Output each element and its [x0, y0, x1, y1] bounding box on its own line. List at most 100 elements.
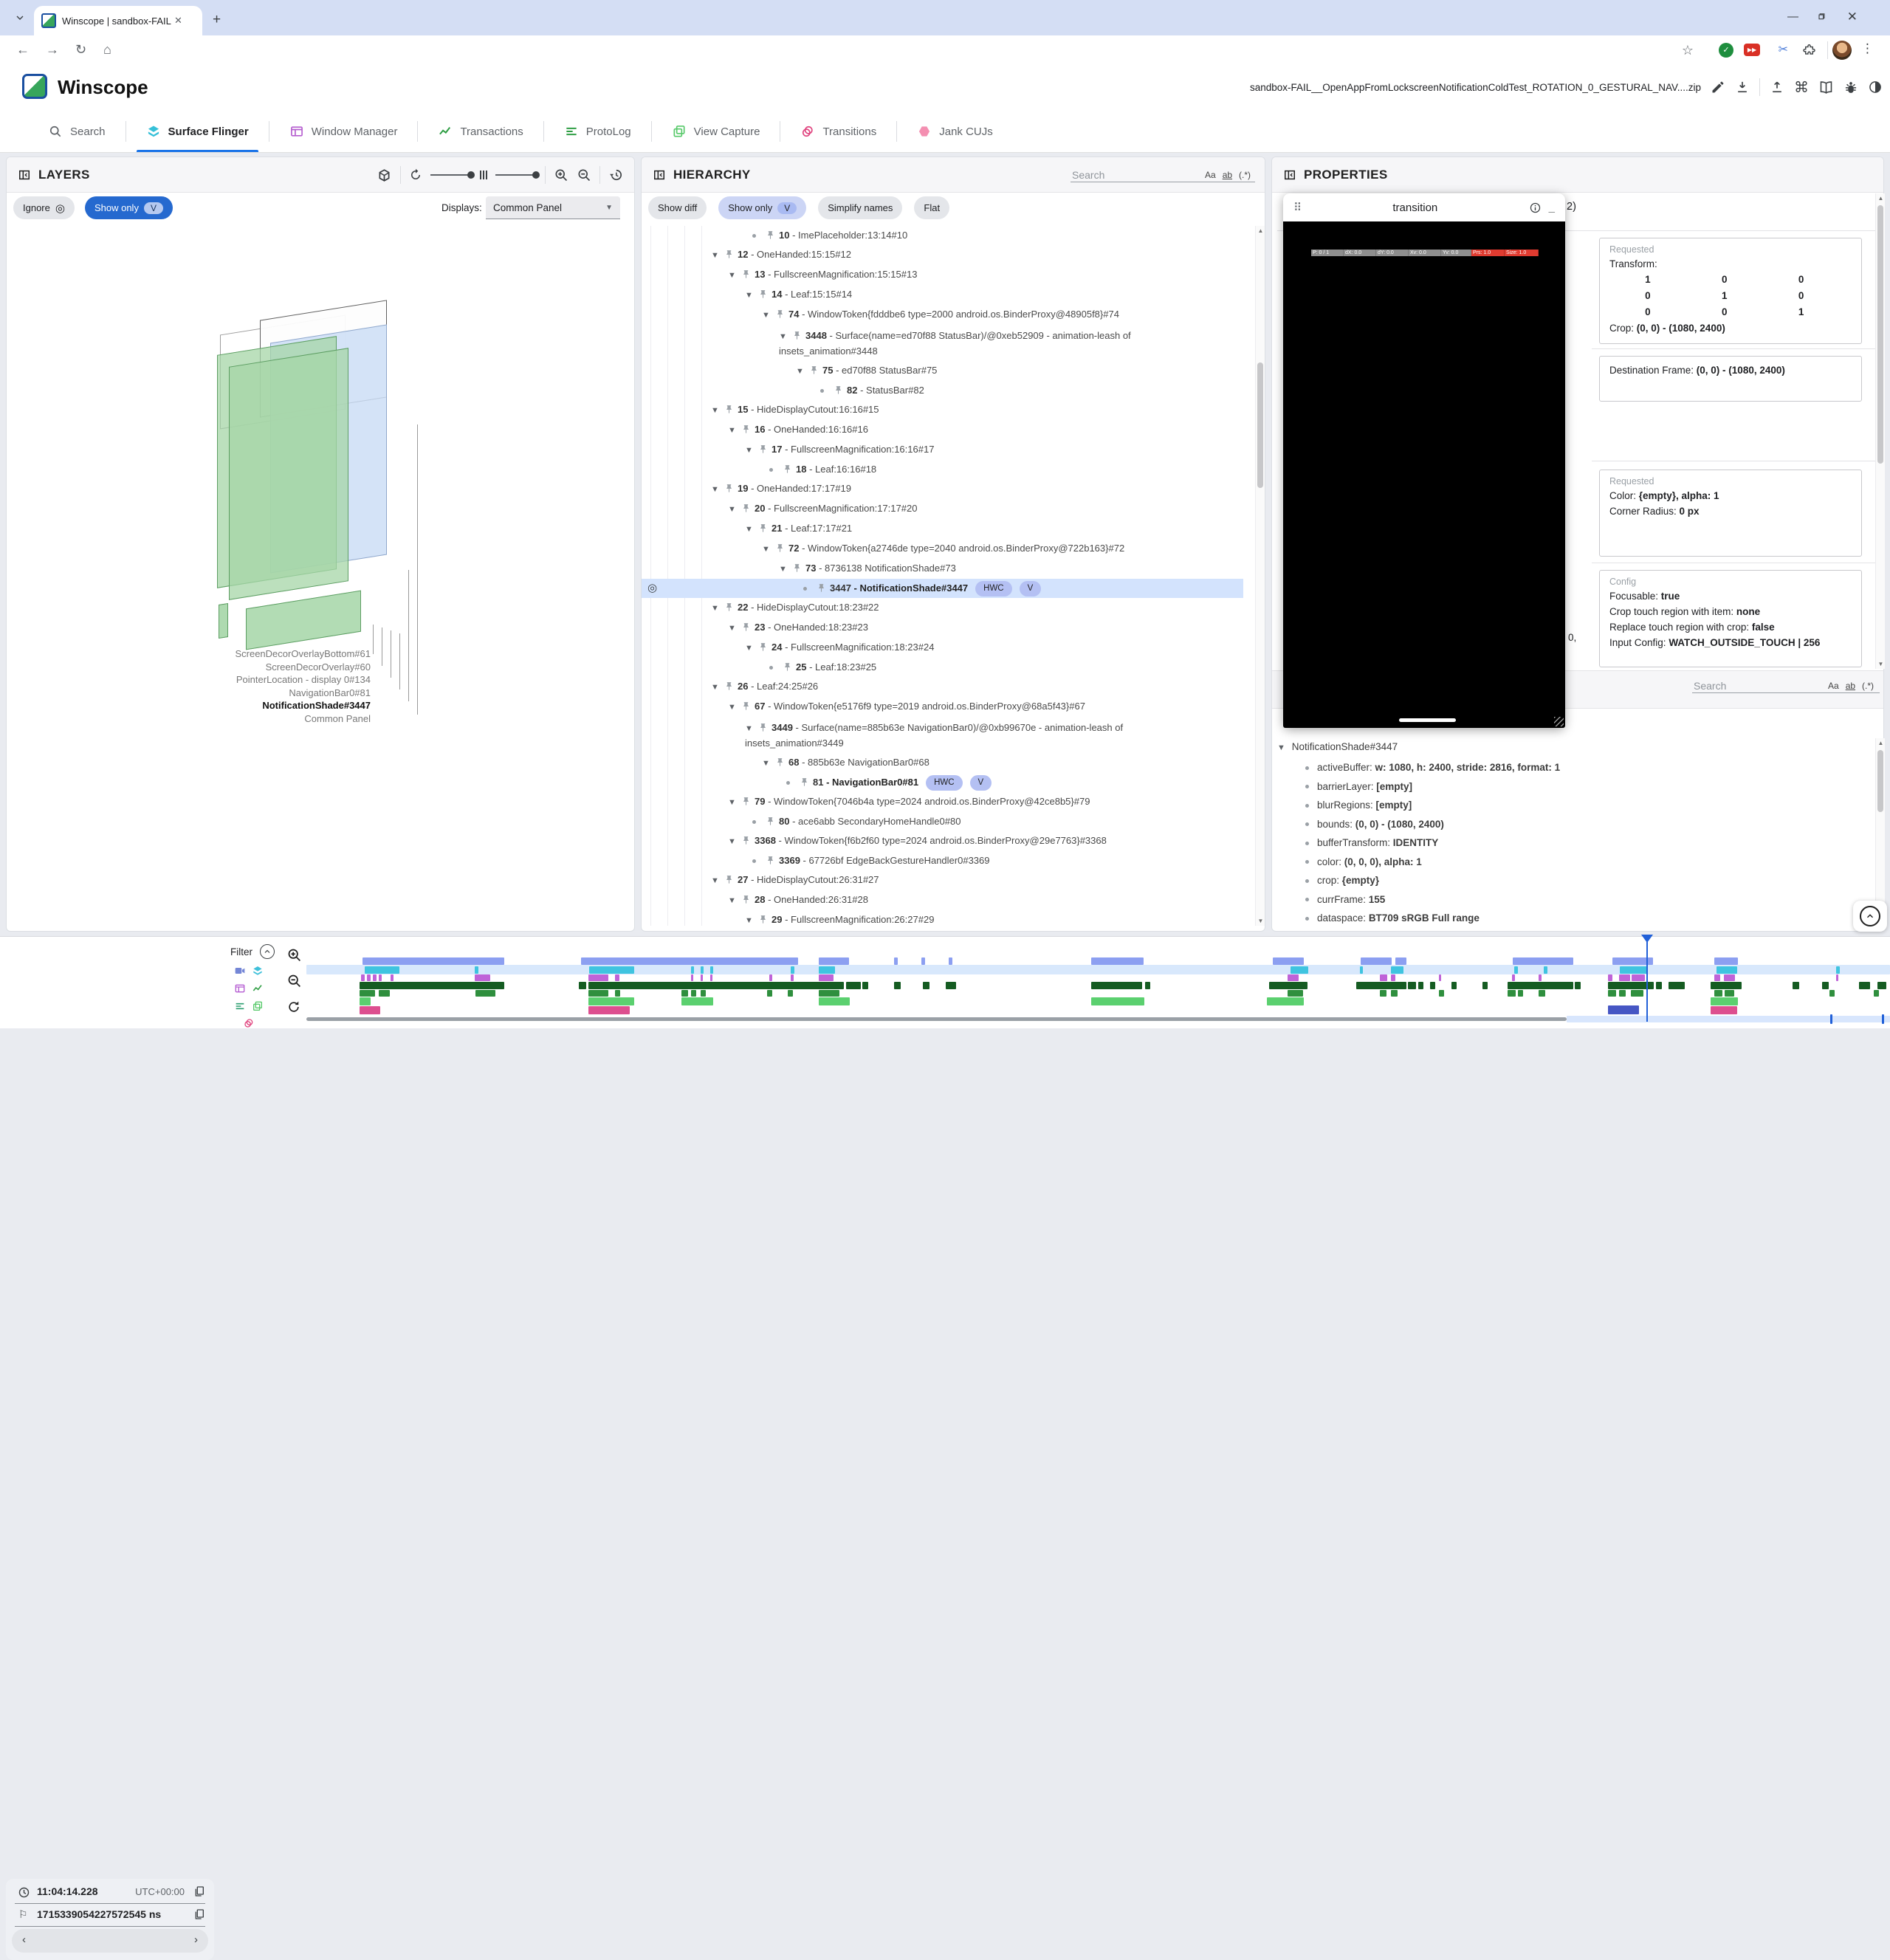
timeline-block[interactable] — [360, 1006, 380, 1014]
filter-squares-icon[interactable] — [252, 1000, 264, 1012]
timeline-block[interactable] — [588, 1006, 630, 1014]
timeline-block[interactable] — [360, 997, 371, 1005]
drag-handle-icon[interactable]: ⠿ — [1293, 201, 1302, 214]
timeline-block[interactable] — [1091, 982, 1142, 989]
pin-icon[interactable] — [783, 464, 792, 474]
shortcuts-icon[interactable]: ⌘ — [1794, 78, 1809, 97]
timeline-block[interactable] — [475, 974, 490, 981]
timeline-block[interactable] — [1859, 982, 1870, 989]
timeline-block[interactable] — [1669, 982, 1685, 989]
range-tick[interactable] — [1830, 1014, 1832, 1024]
timeline-block[interactable] — [1360, 966, 1363, 974]
expand-arrow-icon[interactable]: ▼ — [728, 698, 740, 717]
timeline-block[interactable] — [1619, 990, 1626, 997]
timeline-block[interactable] — [1793, 982, 1799, 989]
pin-icon[interactable] — [766, 230, 775, 240]
pin-icon[interactable] — [741, 424, 751, 434]
simplify-names-chip[interactable]: Simplify names — [818, 196, 902, 219]
timeline-block[interactable] — [1544, 966, 1547, 974]
timeline-block[interactable] — [1711, 982, 1742, 989]
hierarchy-row-14[interactable]: ▼14 - Leaf:15:15#14 — [642, 285, 1254, 305]
property-tree-scrollbar[interactable]: ▲ — [1875, 738, 1885, 927]
timeline-block[interactable] — [1619, 974, 1630, 981]
pin-icon[interactable] — [758, 915, 768, 924]
pin-icon[interactable] — [766, 856, 775, 865]
property-item[interactable]: currFrame: 155 — [1277, 890, 1860, 909]
timeline-block[interactable] — [1575, 982, 1581, 989]
timeline-block[interactable] — [1380, 974, 1387, 981]
hierarchy-row-10[interactable]: 10 - ImePlaceholder:13:14#10 — [642, 226, 1254, 245]
timeline-block[interactable] — [767, 990, 772, 997]
info-icon[interactable] — [1529, 202, 1542, 214]
timeline-block[interactable] — [846, 982, 861, 989]
copy-time-icon[interactable] — [193, 1885, 205, 1897]
timeline-block[interactable] — [1608, 1005, 1639, 1014]
property-item[interactable]: activeBuffer: w: 1080, h: 2400, stride: … — [1277, 758, 1860, 777]
timeline-block[interactable] — [710, 974, 712, 981]
visibility-icon[interactable]: ◎ — [647, 579, 657, 598]
timeline-block[interactable] — [701, 974, 703, 981]
timeline-block[interactable] — [1724, 974, 1735, 981]
timeline-block[interactable] — [1513, 957, 1573, 965]
expand-arrow-icon[interactable]: ▼ — [745, 441, 757, 460]
timeline-block[interactable] — [1512, 974, 1515, 981]
timeline-block[interactable] — [788, 990, 793, 997]
timeline-block[interactable] — [1267, 997, 1304, 1005]
timeline-block[interactable] — [1631, 990, 1643, 997]
browser-menu-icon[interactable]: ⋮ — [1861, 41, 1874, 56]
timeline-block[interactable] — [362, 957, 504, 965]
timeline-block[interactable] — [710, 966, 713, 974]
resize-handle[interactable] — [1554, 717, 1564, 726]
timeline-block[interactable] — [1711, 1006, 1737, 1014]
expand-timeline-button[interactable] — [1853, 901, 1887, 932]
pin-icon[interactable] — [809, 365, 819, 375]
upload-icon[interactable] — [1770, 80, 1784, 94]
window-restore-icon[interactable] — [1815, 11, 1827, 22]
rotation-slider[interactable] — [430, 174, 472, 176]
timeline-range-bar[interactable] — [306, 1017, 1567, 1021]
expand-arrow-icon[interactable]: ▼ — [779, 560, 791, 579]
pin-icon[interactable] — [775, 309, 785, 319]
collapse-panel-icon[interactable] — [1282, 168, 1297, 182]
pin-icon[interactable] — [766, 816, 775, 826]
layer-slab-sliver[interactable] — [219, 603, 228, 639]
expand-arrow-icon[interactable]: ▼ — [762, 540, 774, 559]
pin-icon[interactable] — [775, 757, 785, 767]
timeline-block[interactable] — [1391, 966, 1403, 974]
timeline-block[interactable] — [1395, 957, 1406, 965]
expand-arrow-icon[interactable]: ▼ — [728, 500, 740, 519]
timeline-block[interactable] — [1288, 990, 1303, 997]
tab-view-capture[interactable]: View Capture — [652, 111, 780, 152]
expand-arrow-icon[interactable]: ▼ — [762, 306, 774, 325]
pin-icon[interactable] — [724, 405, 734, 414]
expand-arrow-icon[interactable]: ▼ — [745, 286, 757, 305]
expand-arrow-icon[interactable]: ▼ — [728, 832, 740, 851]
hierarchy-row-79[interactable]: ▼79 - WindowToken{7046b4a type=2024 andr… — [642, 792, 1254, 812]
scissors-extension-icon[interactable]: ✂ — [1779, 42, 1788, 57]
timeline-block[interactable] — [367, 974, 371, 981]
expand-arrow-icon[interactable]: ▼ — [796, 362, 808, 381]
hierarchy-row-75[interactable]: ▼75 - ed70f88 StatusBar#75 — [642, 361, 1254, 381]
timeline-block[interactable] — [923, 982, 929, 989]
new-tab-button[interactable]: + — [213, 12, 221, 28]
expand-arrow-icon[interactable]: ▼ — [728, 619, 740, 638]
pin-icon[interactable] — [834, 385, 843, 395]
hierarchy-row-73[interactable]: ▼73 - 8736138 NotificationShade#73 — [642, 559, 1254, 579]
extension-red-icon[interactable]: ▶▶ — [1744, 44, 1760, 56]
expand-arrow-icon[interactable]: ▼ — [711, 401, 723, 420]
expand-arrow-icon[interactable]: ▼ — [745, 911, 757, 926]
timeline-block[interactable] — [1608, 974, 1612, 981]
layer-slab-green-2[interactable] — [229, 348, 348, 600]
timeline-block[interactable] — [894, 982, 901, 989]
timeline-block[interactable] — [1430, 982, 1435, 989]
filter-window-icon[interactable] — [234, 983, 246, 994]
regex-icon[interactable]: (.*) — [1862, 681, 1874, 691]
property-item[interactable]: dataspace: BT709 sRGB Full range — [1277, 909, 1860, 927]
hierarchy-row-29[interactable]: ▼29 - FullscreenMagnification:26:27#29 — [642, 910, 1254, 926]
timeline-block[interactable] — [691, 990, 696, 997]
edit-icon[interactable] — [1711, 80, 1725, 94]
timeline-block[interactable] — [615, 990, 620, 997]
timeline-block[interactable] — [1145, 982, 1150, 989]
regex-icon[interactable]: (.*) — [1239, 170, 1251, 180]
match-case-icon[interactable]: Aa — [1828, 681, 1839, 691]
